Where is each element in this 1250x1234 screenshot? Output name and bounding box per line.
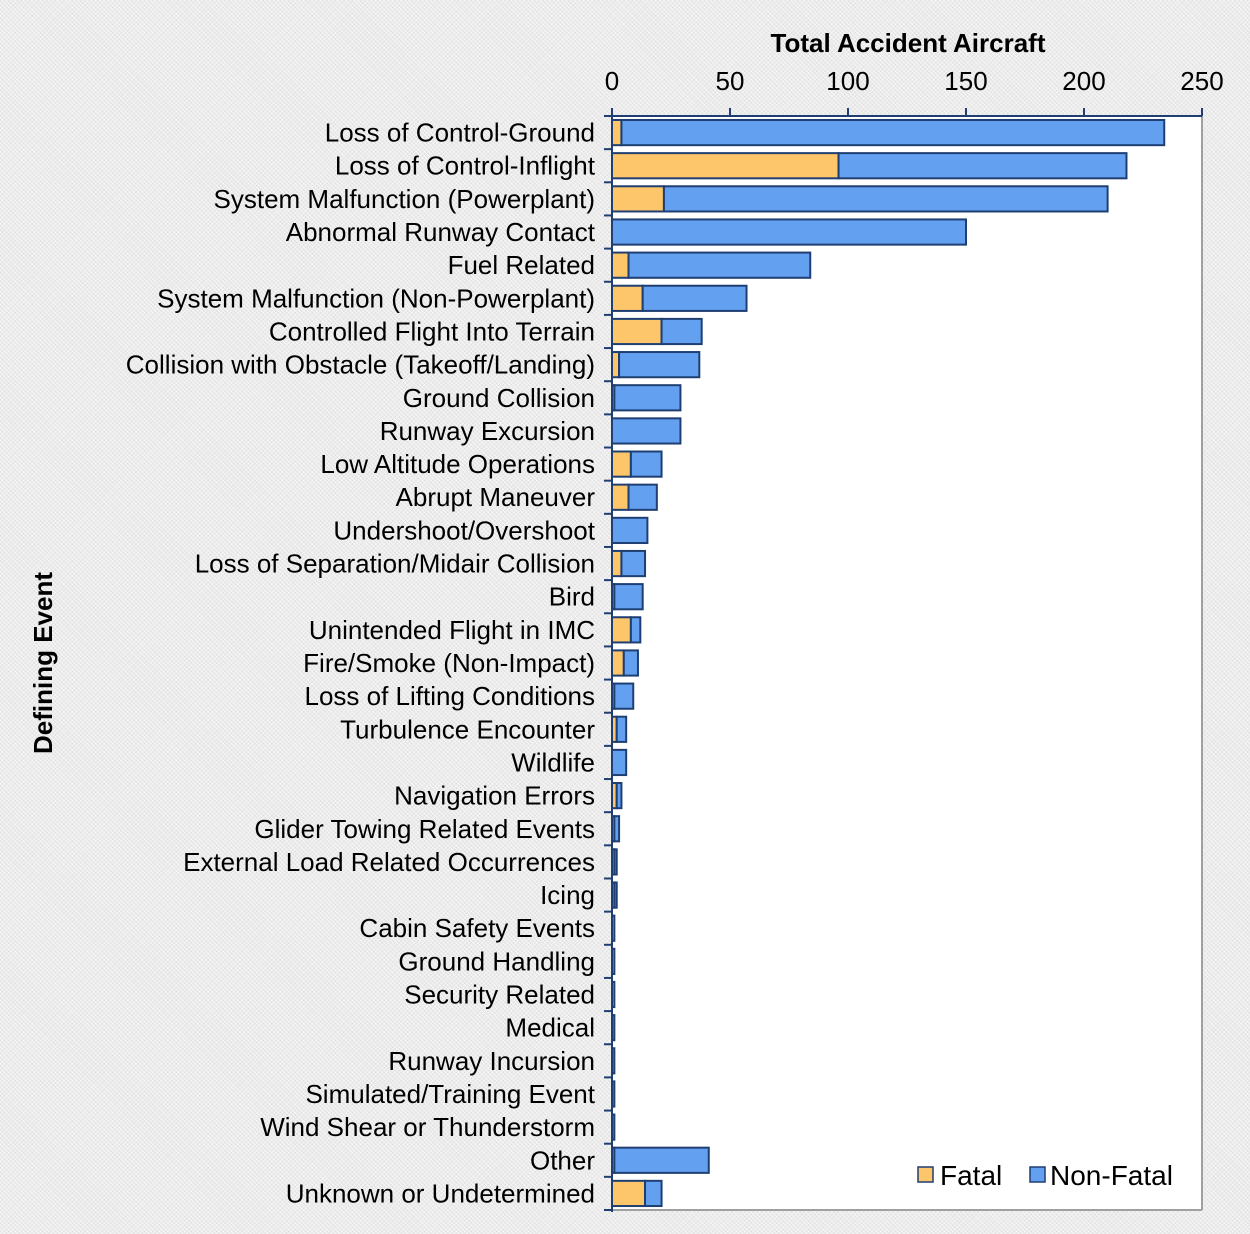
bar-non-fatal: [662, 185, 1109, 213]
bar-non-fatal: [613, 583, 644, 611]
category-label: Loss of Separation/Midair Collision: [195, 549, 595, 579]
category-label: Low Altitude Operations: [320, 449, 595, 479]
bar-non-fatal: [615, 782, 623, 810]
bar-non-fatal: [611, 748, 628, 777]
bar-fatal: [611, 483, 630, 511]
bar-non-fatal: [613, 815, 621, 843]
category-label: Loss of Control-Inflight: [335, 151, 596, 181]
category-label: Wind Shear or Thunderstorm: [260, 1112, 595, 1142]
category-label: Navigation Errors: [394, 781, 595, 811]
x-tick-label: 100: [826, 66, 869, 96]
category-labels: Loss of Control-GroundLoss of Control-In…: [126, 118, 596, 1209]
category-label: Bird: [549, 582, 595, 612]
bar-fatal: [611, 649, 625, 677]
x-axis-title: Total Accident Aircraft: [771, 28, 1046, 58]
category-label: Loss of Lifting Conditions: [304, 681, 595, 711]
category-label: System Malfunction (Powerplant): [214, 184, 595, 214]
bar-fatal: [611, 616, 632, 644]
bar-fatal: [611, 549, 623, 578]
category-label: External Load Related Occurrences: [183, 847, 595, 877]
bar-non-fatal: [611, 417, 682, 445]
bar-fatal: [611, 284, 644, 312]
bar-non-fatal: [644, 1179, 663, 1208]
category-label: Unintended Flight in IMC: [309, 615, 595, 645]
category-label: Medical: [505, 1013, 595, 1043]
category-label: Other: [530, 1145, 595, 1175]
bar-non-fatal: [620, 118, 1166, 147]
bar-non-fatal: [837, 152, 1128, 180]
x-tick-label: 150: [944, 66, 987, 96]
category-label: Loss of Control-Ground: [325, 118, 595, 148]
x-tick-label: 250: [1180, 66, 1223, 96]
bar-non-fatal: [618, 351, 701, 379]
category-label: Turbulence Encounter: [340, 714, 595, 744]
category-label: Security Related: [404, 980, 595, 1010]
bar-fatal: [611, 450, 632, 478]
bar-non-fatal: [613, 384, 682, 412]
bar-non-fatal: [613, 1146, 710, 1174]
bar-non-fatal: [660, 317, 703, 346]
category-label: Runway Incursion: [388, 1046, 595, 1076]
bar-non-fatal: [613, 848, 618, 876]
category-label: Runway Excursion: [380, 416, 595, 446]
bar-non-fatal: [611, 516, 649, 544]
category-label: Icing: [540, 880, 595, 910]
category-label: Wildlife: [511, 747, 595, 777]
legend-item-non-fatal: Non-Fatal: [1029, 1160, 1173, 1191]
bar-non-fatal: [620, 549, 647, 578]
bar-fatal: [611, 118, 623, 147]
bar-non-fatal: [627, 251, 812, 279]
category-label: Ground Collision: [403, 383, 595, 413]
category-label: Unknown or Undetermined: [286, 1178, 595, 1208]
bar-non-fatal: [641, 284, 748, 312]
category-label: Glider Towing Related Events: [254, 814, 595, 844]
bar-non-fatal: [615, 715, 628, 743]
category-label: Collision with Obstacle (Takeoff/Landing…: [126, 350, 595, 380]
category-label: Ground Handling: [398, 946, 595, 976]
x-tick-label: 200: [1062, 66, 1105, 96]
bar-non-fatal: [611, 218, 967, 246]
plot-area: [612, 116, 1202, 1210]
bar-fatal: [611, 1179, 647, 1208]
y-axis-title: Defining Event: [28, 572, 58, 754]
x-tick-label: 50: [716, 66, 745, 96]
category-label: Controlled Flight Into Terrain: [269, 316, 595, 346]
tick-labels: 0 50 100 150 200 250: [605, 66, 1224, 96]
bar-fatal: [611, 251, 630, 279]
legend-label: Fatal: [940, 1160, 1002, 1191]
bar-fatal: [611, 351, 621, 379]
category-label: Undershoot/Overshoot: [333, 515, 595, 545]
x-tick-label: 0: [605, 66, 619, 96]
bar-non-fatal: [622, 649, 639, 677]
category-label: System Malfunction (Non-Powerplant): [157, 283, 595, 313]
bar-non-fatal: [613, 682, 635, 710]
bar-fatal: [611, 152, 840, 180]
category-label: Fire/Smoke (Non-Impact): [303, 648, 595, 678]
bar-fatal: [611, 317, 663, 346]
bar-non-fatal: [629, 616, 642, 644]
category-label: Cabin Safety Events: [359, 913, 595, 943]
category-label: Fuel Related: [448, 250, 595, 280]
category-label: Abrupt Maneuver: [396, 482, 596, 512]
bar-non-fatal: [613, 881, 618, 909]
bar-non-fatal: [627, 483, 658, 511]
legend-swatch: [1029, 1166, 1046, 1183]
stacked-bar-chart: Loss of Control-GroundLoss of Control-In…: [28, 28, 1224, 1212]
category-label: Simulated/Training Event: [305, 1079, 595, 1109]
legend-label: Non-Fatal: [1050, 1160, 1173, 1191]
category-label: Abnormal Runway Contact: [286, 217, 596, 247]
bar-non-fatal: [629, 450, 663, 478]
legend-swatch: [917, 1166, 934, 1183]
bar-fatal: [611, 185, 665, 213]
